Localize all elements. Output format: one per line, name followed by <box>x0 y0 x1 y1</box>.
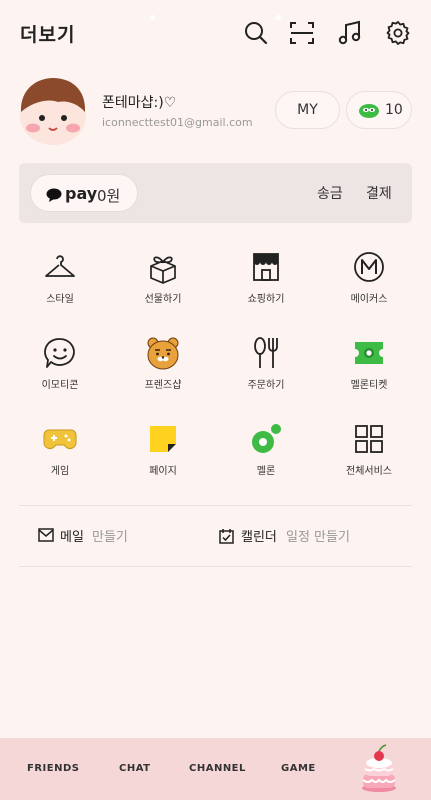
service-page[interactable]: 페이지 <box>113 414 213 494</box>
profile-email: iconnecttest01@gmail.com <box>102 116 253 129</box>
cake-icon[interactable] <box>358 744 400 794</box>
calendar-icon <box>219 529 234 544</box>
pay-label: pay <box>65 184 98 203</box>
grid-icon <box>355 425 383 453</box>
page-icon <box>150 426 176 452</box>
gamepad-icon <box>43 429 77 450</box>
service-label: 전체서비스 <box>346 466 392 477</box>
ryan-icon <box>147 337 179 370</box>
search-icon[interactable] <box>243 20 269 46</box>
create-schedule-button[interactable]: 캘린더 일정 만들기 <box>219 526 399 548</box>
service-label: 선물하기 <box>144 294 182 305</box>
payment-link[interactable]: 결제 <box>366 183 392 203</box>
page-title: 더보기 <box>20 24 76 46</box>
pay-amount: 0원 <box>97 187 121 205</box>
service-label: 메이커스 <box>350 294 388 305</box>
calendar-action-label: 일정 만들기 <box>286 530 350 545</box>
mail-label: 메일 <box>60 530 84 545</box>
status-dot <box>150 15 155 20</box>
service-label: 게임 <box>50 466 70 477</box>
music-icon[interactable] <box>337 20 363 46</box>
coin-button[interactable]: 10 <box>346 91 412 129</box>
ticket-icon <box>355 342 383 364</box>
service-label: 멜론티켓 <box>350 380 388 391</box>
shop-icon <box>253 253 279 281</box>
service-all[interactable]: 전체서비스 <box>319 414 419 494</box>
profile-name: 폰테마샵:)♡ <box>102 95 177 111</box>
speech-bubble-icon <box>46 188 62 202</box>
service-label: 쇼핑하기 <box>247 294 285 305</box>
calendar-label: 캘린더 <box>241 530 277 545</box>
service-gift[interactable]: 선물하기 <box>113 242 213 322</box>
service-label: 멜론 <box>256 466 276 477</box>
mail-action-label: 만들기 <box>92 530 128 545</box>
header: 더보기 <box>0 0 431 66</box>
melon-icon <box>252 424 281 453</box>
service-makers[interactable]: 메이커스 <box>319 242 419 322</box>
mail-icon <box>38 528 54 542</box>
service-label: 페이지 <box>149 466 177 477</box>
hanger-icon <box>45 255 75 277</box>
service-order[interactable]: 주문하기 <box>216 328 316 408</box>
payment-label: 결제 <box>366 186 392 202</box>
status-dot <box>276 15 281 20</box>
profile-section[interactable]: 폰테마샵:)♡ iconnecttest01@gmail.com MY 10 <box>0 72 431 152</box>
service-melon-ticket[interactable]: 멜론티켓 <box>319 328 419 408</box>
coin-count: 10 <box>385 102 403 118</box>
tab-game[interactable]: GAME <box>281 763 316 774</box>
bottom-tab-bar: FRIENDS CHAT CHANNEL GAME <box>0 738 431 800</box>
divider <box>19 566 412 567</box>
service-label: 스타일 <box>46 294 74 305</box>
tab-channel[interactable]: CHANNEL <box>189 763 246 774</box>
scan-icon[interactable] <box>289 20 315 46</box>
divider <box>19 505 412 506</box>
pay-button[interactable]: pay 0원 <box>30 174 138 212</box>
service-label: 주문하기 <box>247 380 285 391</box>
create-mail-button[interactable]: 메일 만들기 <box>38 526 188 548</box>
emoticon-coin-icon <box>359 104 379 118</box>
send-money-link[interactable]: 송금 <box>317 183 343 203</box>
fork-knife-icon <box>254 337 278 368</box>
makers-icon <box>354 252 384 282</box>
service-emoticon[interactable]: 이모티콘 <box>10 328 110 408</box>
service-friends-shop[interactable]: 프렌즈샵 <box>113 328 213 408</box>
service-melon[interactable]: 멜론 <box>216 414 316 494</box>
my-button[interactable]: MY <box>275 91 340 129</box>
gift-icon <box>150 256 176 284</box>
service-game[interactable]: 게임 <box>10 414 110 494</box>
tab-chat[interactable]: CHAT <box>119 763 151 774</box>
service-style[interactable]: 스타일 <box>10 242 110 322</box>
emoticon-icon <box>44 338 75 368</box>
service-label: 프렌즈샵 <box>144 380 182 391</box>
avatar[interactable] <box>18 76 88 146</box>
pay-bar: pay 0원 송금 결제 <box>19 163 412 223</box>
service-shop[interactable]: 쇼핑하기 <box>216 242 316 322</box>
tab-friends[interactable]: FRIENDS <box>27 763 79 774</box>
settings-icon[interactable] <box>385 20 411 46</box>
service-label: 이모티콘 <box>41 380 79 391</box>
